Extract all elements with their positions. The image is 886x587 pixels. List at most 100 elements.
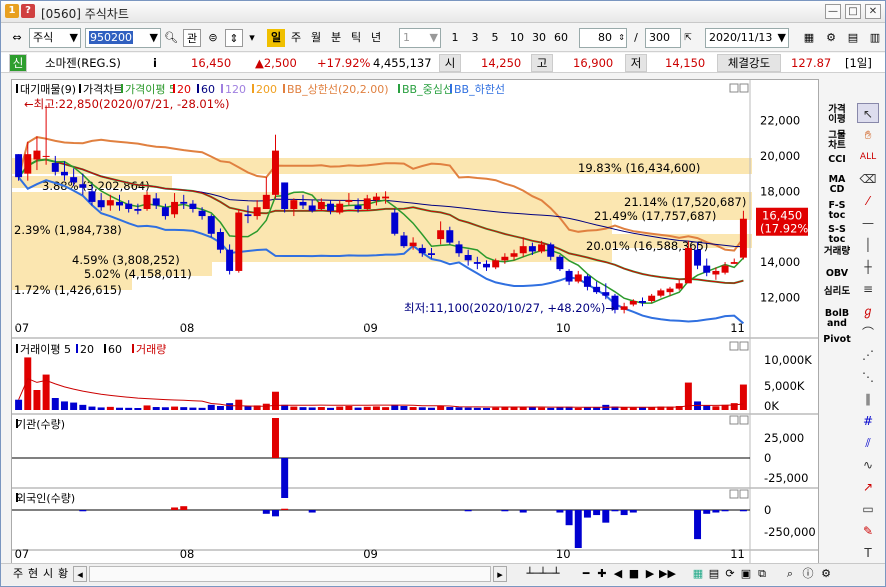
parallel-icon[interactable]: ∥ [857, 389, 879, 409]
wave-icon[interactable]: ∿ [857, 455, 879, 475]
scroll-left[interactable]: ◂ [73, 566, 87, 582]
refresh-icon[interactable]: ⟳ [723, 566, 737, 582]
indicator-7[interactable]: OBV [823, 269, 851, 279]
more-icon[interactable]: ▾ [247, 29, 257, 47]
indicator-3[interactable]: MA CD [823, 175, 851, 195]
volume-tick: 10,000K [764, 353, 812, 367]
quick-3[interactable]: 3 [467, 29, 483, 47]
line-icon[interactable]: ⁄ [857, 191, 879, 211]
stop-icon[interactable]: ■ [627, 566, 641, 582]
quick-10[interactable]: 10 [507, 29, 527, 47]
volume-bar [483, 407, 490, 410]
chart-area[interactable]: 대기매물(9) 가격차트 가격이평 5 20 60 120 200 BB_상한선(20,2.0… [11, 79, 819, 565]
scrollbar[interactable] [89, 566, 491, 582]
indicator-4[interactable]: F-S toc [823, 201, 851, 221]
indicator-6[interactable]: 거래량 [823, 247, 851, 257]
spin-icon[interactable]: ⇕ [225, 29, 243, 47]
fan-icon[interactable]: ⋰ [857, 345, 879, 365]
fibo-icon[interactable]: ℊ [857, 301, 879, 321]
ruler-icon[interactable]: ▭ [857, 499, 879, 519]
foreign-bar [574, 510, 582, 548]
play-icon[interactable]: ▶ [643, 566, 657, 582]
link-icon[interactable]: ⇔ [7, 29, 27, 47]
scroll-right[interactable]: ▸ [493, 566, 507, 582]
settings-icon[interactable]: ⚙ [823, 29, 839, 47]
indicator-1[interactable]: 그물 차트 [823, 131, 851, 151]
stock-code-input[interactable]: 950200 ▼ [85, 28, 161, 48]
tab-hyeon[interactable]: 현 [26, 566, 40, 582]
help-icon[interactable]: ? [21, 4, 35, 18]
view-icon[interactable]: ▣ [739, 566, 753, 582]
layout-icon[interactable]: ▥ [867, 29, 883, 47]
cursor-icon[interactable]: ↖ [857, 103, 879, 123]
quick-60[interactable]: 60 [551, 29, 571, 47]
vol-legend-marker [104, 344, 106, 353]
hand-icon[interactable]: ✋︎ [857, 125, 879, 145]
count-input[interactable]: 80 ⇕ [579, 28, 627, 48]
indicator-10[interactable]: Pivot [823, 335, 851, 345]
quick-1[interactable]: 1 [447, 29, 463, 47]
arc-icon[interactable]: ⌒ [857, 323, 879, 343]
window-number-icon[interactable]: 1 [5, 4, 19, 18]
tab-ju[interactable]: 주 [11, 566, 25, 582]
hline-icon[interactable]: — [857, 213, 879, 233]
foreign-bar [593, 510, 601, 516]
info-bottom-icon[interactable]: ⓘ [801, 566, 815, 582]
period-year[interactable]: 년 [367, 29, 385, 47]
indicator-5[interactable]: S-S toc [823, 225, 851, 245]
indicator-9[interactable]: BolB and [823, 309, 851, 329]
zoom-in-icon[interactable]: ✚ [595, 566, 609, 582]
tab-hwang[interactable]: 황 [56, 566, 70, 582]
first-icon[interactable]: ◀ [611, 566, 625, 582]
excel-icon[interactable]: ▦ [691, 566, 705, 582]
minimize-button[interactable]: — [825, 4, 841, 19]
config-bottom-icon[interactable]: ⚙ [819, 566, 833, 582]
cross-icon[interactable]: ┼ [857, 257, 879, 277]
search-bottom-icon[interactable]: ⌕ [783, 566, 797, 582]
maximize-button[interactable]: □ [845, 4, 861, 19]
foreign-bar [703, 510, 711, 514]
period-week[interactable]: 주 [287, 29, 305, 47]
zoom-out-icon[interactable]: ━ [579, 566, 593, 582]
volume-bar [629, 407, 637, 410]
last-icon[interactable]: ▶▶ [659, 566, 676, 582]
quick-30[interactable]: 30 [529, 29, 549, 47]
trend-icon[interactable]: ↗ [857, 477, 879, 497]
quick-5[interactable]: 5 [487, 29, 503, 47]
close-button[interactable]: ✕ [865, 4, 881, 19]
expand-icon[interactable]: ⇱ [681, 29, 695, 47]
copy-icon[interactable]: ⧉ [755, 566, 769, 582]
eraser-icon[interactable]: ⌫ [857, 169, 879, 189]
indicator-8[interactable]: 심리도 [823, 287, 851, 297]
market-select[interactable]: 주식 ▼ [29, 28, 81, 48]
period-minute[interactable]: 분 [327, 29, 345, 47]
grid-icon[interactable]: # [857, 411, 879, 431]
period-tick[interactable]: 틱 [347, 29, 365, 47]
foreign-bar [79, 510, 87, 512]
period-day[interactable]: 일 [267, 29, 285, 47]
candle-body [666, 288, 674, 293]
tab-si[interactable]: 시 [41, 566, 55, 582]
info-icon[interactable]: i [153, 55, 157, 71]
max-input[interactable]: 300 [645, 28, 681, 48]
zoom-slider[interactable]: ┴─┴─┴ [513, 566, 573, 582]
history-icon[interactable]: ⊜ [205, 29, 221, 47]
gann-icon[interactable]: ⋱ [857, 367, 879, 387]
vline-icon[interactable]: │ [857, 235, 879, 255]
all-icon[interactable]: ALL [857, 147, 879, 167]
channel-icon[interactable]: ≡ [857, 279, 879, 299]
indicator-2[interactable]: CCI [823, 155, 851, 165]
period-month[interactable]: 월 [307, 29, 325, 47]
save-icon[interactable]: ▤ [845, 29, 861, 47]
text-icon[interactable]: T [857, 543, 879, 563]
print-icon[interactable]: ▤ [707, 566, 721, 582]
lines-icon[interactable]: ⫽ [857, 433, 879, 453]
indicator-0[interactable]: 가격 이평 [823, 105, 851, 125]
chart-svg[interactable]: 대기매물(9) 가격차트 가격이평 5 20 60 120 200 BB_상한선(20,2.0… [12, 80, 818, 564]
date-input[interactable]: 2020/11/13 ▼ [705, 28, 789, 48]
auto-icon[interactable]: ✎ [857, 521, 879, 541]
interval-select[interactable]: 1 ▼ [399, 28, 441, 48]
gwan-button[interactable]: 관 [183, 29, 201, 47]
search-icon[interactable]: 🔍︎ [163, 29, 179, 47]
chart-icon[interactable]: ▦ [801, 29, 817, 47]
